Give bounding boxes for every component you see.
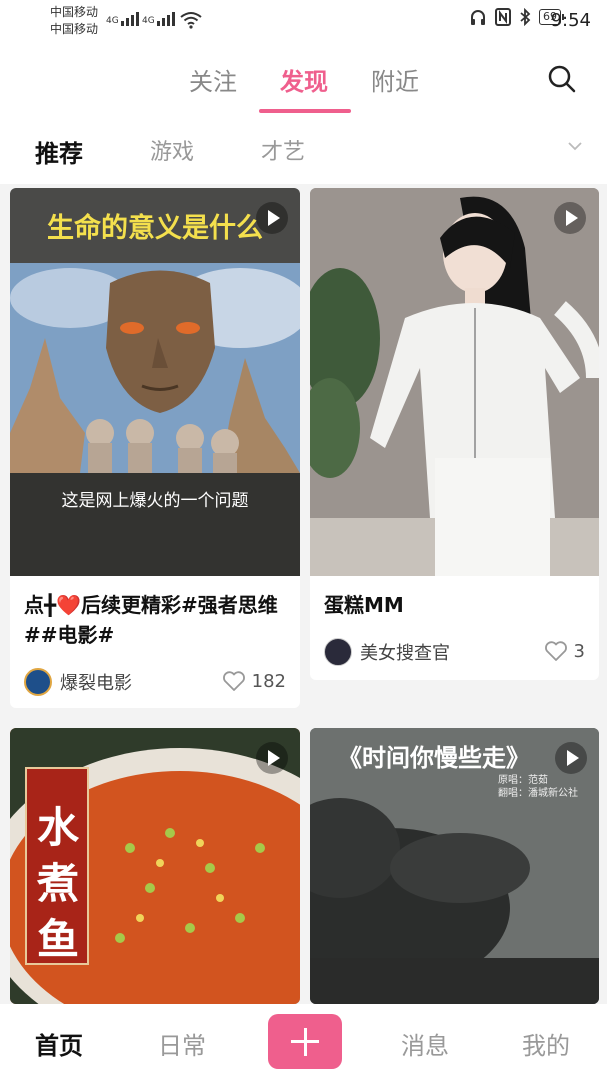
card-author[interactable]: 美女搜查官 [324, 638, 450, 666]
avatar[interactable] [24, 668, 52, 696]
cover-credit: 翻唱：潘城新公社 [498, 788, 578, 799]
video-thumbnail[interactable]: 《时间你慢些走》 原唱：范茹 翻唱：潘城新公社 [310, 728, 599, 1004]
carrier-1: 中国移动 [50, 5, 99, 19]
thumbnail-art [10, 263, 300, 576]
nav-me[interactable]: 我的 [522, 1026, 570, 1061]
category-recommended[interactable]: 推荐 [35, 134, 83, 169]
video-credits: 原唱：范茹 翻唱：潘城新公社 [498, 774, 578, 800]
wifi-icon [180, 12, 202, 29]
card-author[interactable]: 爆裂电影 [24, 668, 132, 696]
nav-home[interactable]: 首页 [35, 1026, 83, 1061]
video-thumbnail[interactable]: 水煮鱼 [10, 728, 300, 1004]
search-icon[interactable] [547, 64, 577, 94]
tab-discover[interactable]: 发现 [280, 62, 328, 97]
nfc-icon [495, 8, 511, 26]
feed-card[interactable]: 水煮鱼 [10, 728, 300, 1004]
author-name[interactable]: 美女搜查官 [360, 639, 450, 665]
tab-nearby[interactable]: 附近 [371, 62, 419, 97]
feed-card[interactable]: 《时间你慢些走》 原唱：范茹 翻唱：潘城新公社 [310, 728, 599, 1004]
author-name[interactable]: 爆裂电影 [60, 669, 132, 695]
video-overlay-title: 水煮鱼 [36, 803, 79, 964]
active-tab-indicator [259, 109, 351, 113]
play-icon [554, 202, 586, 234]
bluetooth-icon [520, 8, 531, 26]
status-bar: 中国移动 中国移动 4G 4G 69 9:54 [0, 0, 607, 44]
play-icon [256, 202, 288, 234]
carrier-info: 中国移动 中国移动 [50, 4, 98, 38]
clock: 9:54 [550, 10, 591, 31]
bottom-navigation: 首页 日常 消息 我的 [0, 1004, 607, 1080]
category-games[interactable]: 游戏 [150, 134, 194, 166]
heart-icon[interactable] [222, 670, 246, 692]
feed-card[interactable]: 生命的意义是什么 这是网上爆火的一个问题 点╋❤️后续更精彩#强者思维##电影#… [10, 188, 300, 708]
like-count[interactable]: 3 [544, 640, 585, 662]
heart-icon[interactable] [544, 640, 568, 662]
signal-icon: 4G [106, 12, 139, 26]
video-thumbnail[interactable]: 生命的意义是什么 这是网上爆火的一个问题 [10, 188, 300, 576]
status-icons: 69 [469, 8, 564, 26]
card-title[interactable]: 蛋糕MM [324, 590, 404, 620]
tab-following[interactable]: 关注 [189, 62, 237, 97]
carrier-2: 中国移动 [50, 22, 99, 36]
play-icon [256, 742, 288, 774]
headphones-icon [471, 10, 485, 25]
nav-daily[interactable]: 日常 [158, 1026, 206, 1061]
singer-credit: 原唱：范茹 [498, 775, 548, 786]
likes-value: 182 [251, 670, 286, 692]
video-overlay-caption: 这是网上爆火的一个问题 [61, 491, 249, 511]
play-icon [555, 742, 587, 774]
nav-messages[interactable]: 消息 [401, 1026, 449, 1061]
likes-value: 3 [573, 640, 585, 662]
video-overlay-title: 《时间你慢些走》 [338, 744, 530, 772]
category-talent[interactable]: 才艺 [261, 134, 305, 166]
video-thumbnail[interactable] [310, 188, 599, 576]
signal-icon-2: 4G [142, 12, 175, 26]
chevron-down-icon[interactable] [567, 138, 583, 154]
create-post-button[interactable] [268, 1014, 342, 1069]
card-title[interactable]: 点╋❤️后续更精彩#强者思维##电影# [24, 590, 290, 650]
thumbnail-art [310, 188, 599, 576]
avatar[interactable] [324, 638, 352, 666]
top-navigation: 关注 发现 附近 [0, 44, 607, 116]
like-count[interactable]: 182 [222, 670, 286, 692]
feed-card[interactable]: 蛋糕MM 美女搜查官 3 [310, 188, 599, 680]
category-bar: 推荐 游戏 才艺 [0, 116, 607, 184]
